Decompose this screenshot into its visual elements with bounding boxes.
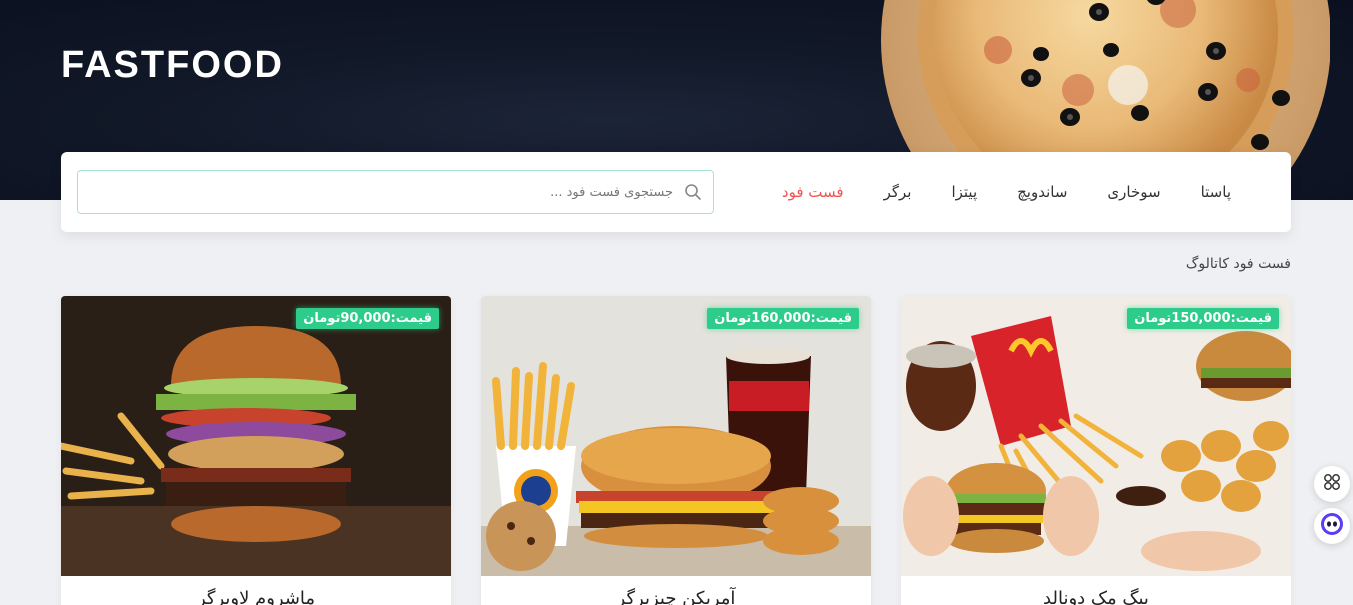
assistant-button[interactable] <box>1314 508 1350 544</box>
grid-icon <box>1323 473 1341 495</box>
product-name[interactable]: بیگ مک دونالد <box>901 588 1291 605</box>
product-name[interactable]: آمریکن چیزبرگر <box>481 588 871 605</box>
search-input[interactable] <box>78 172 673 212</box>
nav-item-pasta[interactable]: پاستا <box>1201 183 1231 201</box>
product-card[interactable]: قیمت:150,000تومان بیگ مک دونالد <box>901 296 1291 605</box>
category-menu: فست فود برگر پیتزا ساندویچ سوخاری پاستا <box>782 152 1231 232</box>
product-name[interactable]: ماشروم لاوبرگر <box>61 588 451 605</box>
product-image <box>61 296 451 576</box>
nav-item-sandwich[interactable]: ساندویچ <box>1017 183 1067 201</box>
nav-bar: فست فود برگر پیتزا ساندویچ سوخاری پاستا <box>61 152 1291 232</box>
product-card[interactable]: قیمت:160,000تومان آمریکن چیزبرگر <box>481 296 871 605</box>
price-badge: قیمت:90,000تومان <box>296 308 439 329</box>
search-icon[interactable] <box>673 170 713 214</box>
search-box <box>77 170 714 214</box>
product-image <box>481 296 871 576</box>
price-badge: قیمت:160,000تومان <box>707 308 859 329</box>
nav-item-fastfood[interactable]: فست فود <box>782 183 844 201</box>
catalog-title: فست فود کاتالوگ <box>1185 256 1291 272</box>
product-card[interactable]: قیمت:90,000تومان ماشروم لاوبرگر <box>61 296 451 605</box>
nav-item-pizza[interactable]: پیتزا <box>951 183 977 201</box>
nav-item-burger[interactable]: برگر <box>884 183 912 201</box>
price-badge: قیمت:150,000تومان <box>1127 308 1279 329</box>
brand-logo[interactable]: FASTFOOD <box>61 44 284 87</box>
robot-icon <box>1320 512 1344 540</box>
nav-item-fried[interactable]: سوخاری <box>1107 183 1160 201</box>
product-image <box>901 296 1291 576</box>
apps-button[interactable] <box>1314 466 1350 502</box>
